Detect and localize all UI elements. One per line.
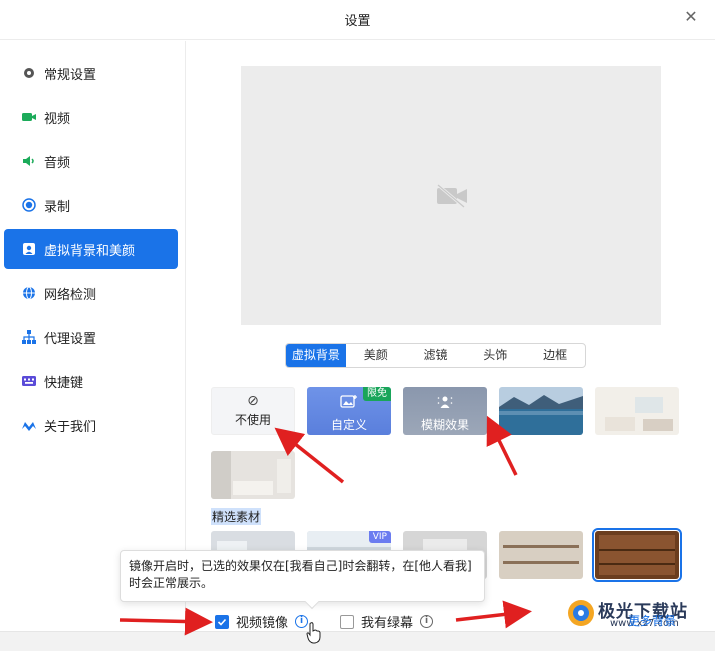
sidebar-item-label: 视频 — [44, 111, 71, 127]
mirror-option: 视频镜像 i — [215, 612, 309, 631]
background-option-label: 不使用 — [234, 413, 271, 427]
background-blur-option[interactable]: 模糊效果 — [403, 387, 487, 435]
tooltip-text: 镜像开启时，已选的效果仅在[我看自己]时会翻转，在[他人看我]时会正常展示。 — [129, 559, 472, 590]
arrow-from-greenscreen — [455, 600, 532, 629]
camera-off-icon — [437, 184, 467, 208]
background-option-label: 模糊效果 — [420, 418, 469, 432]
speaker-icon — [22, 154, 36, 168]
background-custom-option[interactable]: 自定义 限免 — [307, 387, 391, 435]
background-room-thumbnail[interactable] — [595, 387, 679, 435]
featured-thumbnail-selected[interactable] — [592, 528, 682, 582]
mirror-tooltip: 镜像开启时，已选的效果仅在[我看自己]时会翻转，在[他人看我]时会正常展示。 — [120, 550, 485, 610]
vip-badge: VIP — [368, 531, 391, 543]
background-lake-thumbnail[interactable] — [499, 387, 583, 435]
keyboard-icon — [22, 374, 36, 388]
record-icon — [22, 198, 36, 212]
tab-beauty[interactable]: 美颜 — [346, 344, 406, 367]
background-option-label: 自定义 — [330, 418, 367, 432]
tab-frame[interactable]: 边框 — [525, 344, 585, 367]
bookshelf-image — [595, 531, 679, 579]
shelf-image — [499, 531, 583, 579]
sidebar-item-shortcuts[interactable]: 快捷键 — [4, 361, 178, 401]
settings-window: 设置 ✕ 常规设置 视频 音频 录制 虚拟背景和美颜 网络检测 代理设置 快捷键… — [0, 0, 715, 651]
sidebar-item-label: 快捷键 — [44, 375, 84, 391]
watermark-logo-icon — [568, 600, 594, 626]
window-title: 设置 — [344, 14, 371, 29]
bottom-bar — [0, 631, 715, 651]
sidebar-item-label: 常规设置 — [44, 67, 97, 83]
globe-icon — [22, 286, 36, 300]
blur-person-icon — [437, 396, 453, 408]
close-icon[interactable]: ✕ — [681, 7, 701, 27]
sidebar-item-general[interactable]: 常规设置 — [4, 53, 178, 93]
tab-virtual-background[interactable]: 虚拟背景 — [286, 344, 346, 367]
checkmark-icon — [217, 618, 227, 626]
sidebar-item-label: 关于我们 — [44, 419, 97, 435]
lake-image — [499, 387, 583, 435]
featured-thumbnail[interactable] — [499, 531, 583, 579]
sidebar-item-audio[interactable]: 音频 — [4, 141, 178, 181]
add-image-icon — [340, 395, 357, 408]
info-icon[interactable]: i — [420, 615, 434, 628]
tooltip-arrow — [304, 594, 320, 610]
sidebar-item-label: 代理设置 — [44, 331, 97, 347]
greenscreen-checkbox[interactable] — [340, 614, 354, 629]
tab-headwear[interactable]: 头饰 — [465, 344, 525, 367]
hand-cursor-icon — [306, 622, 321, 644]
mirror-checkbox[interactable] — [215, 614, 229, 629]
bedroom-image — [211, 451, 295, 499]
network-tree-icon — [22, 330, 36, 344]
room-image — [595, 387, 679, 435]
sidebar-item-label: 音频 — [44, 155, 71, 171]
video-camera-icon — [22, 110, 36, 124]
sidebar: 常规设置 视频 音频 录制 虚拟背景和美颜 网络检测 代理设置 快捷键 关于我们 — [0, 41, 186, 631]
background-none-option[interactable]: ⊘ 不使用 — [211, 387, 295, 435]
no-entry-icon: ⊘ — [247, 393, 259, 409]
sidebar-item-virtual-background[interactable]: 虚拟背景和美颜 — [4, 229, 178, 269]
sidebar-item-video[interactable]: 视频 — [4, 97, 178, 137]
title-bar: 设置 ✕ — [0, 0, 715, 40]
user-portrait-icon — [22, 242, 36, 256]
greenscreen-option: 我有绿幕 i — [340, 612, 434, 631]
sidebar-item-label: 虚拟背景和美颜 — [44, 243, 136, 259]
gear-icon — [22, 66, 36, 80]
sidebar-item-label: 录制 — [44, 199, 71, 215]
mirror-label: 视频镜像 — [236, 616, 289, 631]
sidebar-item-network[interactable]: 网络检测 — [4, 273, 178, 313]
background-bedroom-thumbnail[interactable] — [211, 451, 295, 499]
sidebar-item-label: 网络检测 — [44, 287, 97, 303]
sidebar-item-about[interactable]: 关于我们 — [4, 405, 178, 445]
free-badge: 限免 — [363, 387, 391, 401]
tab-filter[interactable]: 滤镜 — [406, 344, 466, 367]
section-featured-label: 精选素材 — [211, 508, 262, 525]
sidebar-item-record[interactable]: 录制 — [4, 185, 178, 225]
effect-tabs: 虚拟背景 美颜 滤镜 头饰 边框 — [285, 343, 586, 368]
logo-icon — [22, 418, 36, 432]
more-backgrounds-link[interactable]: 更多背景 — [628, 612, 676, 629]
sidebar-item-proxy[interactable]: 代理设置 — [4, 317, 178, 357]
greenscreen-label: 我有绿幕 — [361, 616, 414, 631]
video-preview — [241, 66, 661, 325]
